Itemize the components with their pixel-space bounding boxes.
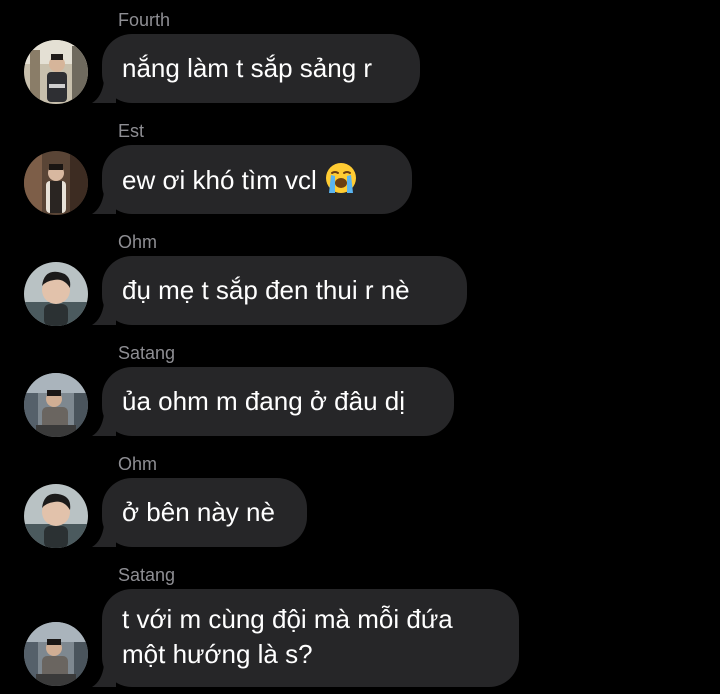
bubble-tail (92, 303, 116, 325)
avatar[interactable] (24, 151, 88, 215)
message-text: ở bên này nè (122, 497, 275, 527)
sender-name: Satang (118, 343, 176, 363)
sender-name: Est (118, 121, 145, 141)
message-bubble[interactable]: t với m cùng đội mà mỗi đứa một hướng là… (92, 589, 519, 687)
sender-name: Satang (118, 565, 176, 585)
loudly-crying-face-icon (325, 163, 356, 193)
avatar[interactable] (24, 262, 88, 326)
sender-name: Ohm (118, 454, 158, 474)
avatar[interactable] (24, 484, 88, 548)
message-bubble[interactable]: ở bên này nè (92, 478, 307, 547)
message-bubble[interactable]: đụ mẹ t sắp đen thui r nè (92, 256, 467, 325)
message-bubble[interactable]: nắng làm t sắp sảng r (92, 34, 420, 103)
message-text: nắng làm t sắp sảng r (122, 53, 373, 83)
message-bubble[interactable]: ủa ohm m đang ở đâu dị (92, 367, 454, 436)
avatar-photo (24, 622, 88, 686)
bubble-tail (92, 192, 116, 214)
avatar-photo (24, 40, 88, 104)
message-text: đụ mẹ t sắp đen thui r nè (122, 275, 410, 305)
message-text: ew ơi khó tìm vcl (122, 165, 317, 195)
sender-name: Ohm (118, 232, 158, 252)
bubble-tail (92, 525, 116, 547)
avatar-photo (24, 151, 88, 215)
bubble-tail (92, 665, 116, 687)
bubble-tail (92, 81, 116, 103)
bubble-tail (92, 414, 116, 436)
sender-name: Fourth (118, 10, 171, 30)
message-text-line: một hướng là s? (122, 639, 313, 669)
avatar[interactable] (24, 40, 88, 104)
message-text: ủa ohm m đang ở đâu dị (122, 386, 406, 416)
avatar[interactable] (24, 373, 88, 437)
message-bubble[interactable]: ew ơi khó tìm vcl (92, 145, 412, 214)
avatar-photo (24, 262, 88, 326)
message-text-line: t với m cùng đội mà mỗi đứa (122, 604, 453, 634)
avatar-photo (24, 484, 88, 548)
avatar[interactable] (24, 622, 88, 686)
avatar-photo (24, 373, 88, 437)
chat-thread[interactable]: Fourth nắng làm t sắp sảng r Est ew ơi k… (0, 0, 720, 694)
